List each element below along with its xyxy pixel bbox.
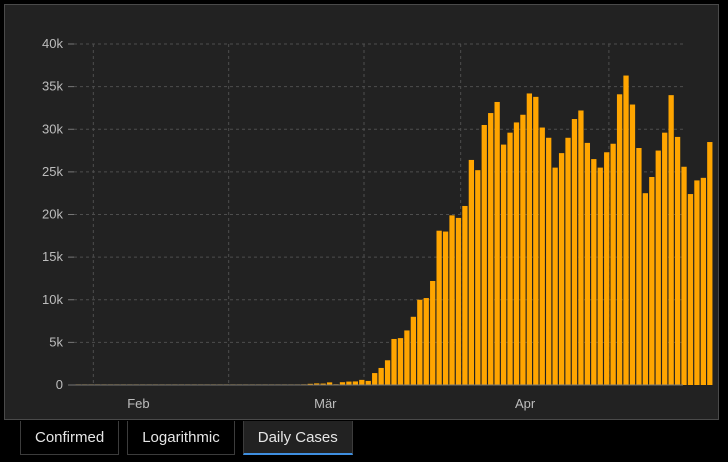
daily-case-bar	[500, 144, 507, 385]
daily-case-bar	[520, 114, 526, 385]
x-tick-label: Apr	[515, 396, 536, 411]
daily-case-bar	[623, 75, 629, 385]
bar-layer	[75, 75, 713, 386]
daily-case-bar	[417, 299, 423, 385]
daily-case-bar	[655, 150, 661, 385]
y-tick-label: 15k	[42, 249, 63, 264]
daily-case-bar	[404, 330, 410, 385]
daily-case-bar	[462, 205, 468, 385]
daily-case-bar	[662, 132, 668, 385]
y-tick-label: 25k	[42, 164, 63, 179]
daily-case-bar	[449, 215, 455, 385]
y-tick-label: 20k	[42, 207, 63, 222]
daily-case-bar	[488, 113, 494, 386]
daily-case-bar	[391, 338, 397, 385]
daily-case-bar	[359, 379, 365, 385]
tab-confirmed[interactable]: Confirmed	[20, 421, 120, 455]
daily-case-bar	[558, 153, 565, 385]
daily-case-bar	[539, 127, 545, 386]
daily-case-bar	[578, 110, 584, 386]
daily-case-bar	[468, 159, 475, 385]
daily-case-bar	[372, 373, 378, 385]
daily-case-bar	[410, 316, 417, 385]
y-tick-label: 10k	[42, 292, 63, 307]
daily-case-bar	[571, 119, 578, 386]
daily-case-bar	[481, 124, 487, 386]
daily-case-bar	[700, 177, 707, 385]
daily-case-bar	[352, 381, 359, 385]
daily-case-bar	[616, 94, 623, 386]
daily-case-bar	[507, 132, 513, 385]
daily-case-bar	[494, 101, 500, 385]
daily-case-bar	[365, 380, 371, 385]
y-tick-label: 35k	[42, 79, 63, 94]
daily-case-bar	[636, 148, 642, 385]
daily-case-bar	[442, 231, 449, 385]
y-tick-label: 30k	[42, 121, 63, 136]
daily-case-bar	[397, 338, 404, 385]
daily-case-bar	[674, 136, 681, 385]
tab-daily-cases[interactable]: Daily Cases	[242, 421, 353, 455]
daily-case-bar	[533, 96, 539, 385]
daily-case-bar	[687, 194, 694, 385]
y-tick-label: 0	[56, 377, 63, 392]
daily-case-bar	[584, 142, 591, 385]
daily-case-bar	[526, 93, 533, 385]
daily-case-bar	[610, 143, 616, 385]
chart-panel: 0 5k 10k 15k 20k 25k 30k 35k 40k Feb Mär Apr	[4, 4, 719, 420]
daily-cases-chart: 0 5k 10k 15k 20k 25k 30k 35k 40k Feb Mär Apr	[42, 36, 713, 411]
daily-case-bar	[649, 176, 655, 385]
daily-case-bar	[597, 167, 603, 385]
y-tick-label: 5k	[49, 334, 63, 349]
x-tick-label: Mär	[314, 396, 337, 411]
daily-case-bar	[694, 180, 700, 385]
daily-case-bar	[629, 104, 636, 385]
daily-case-bar	[681, 166, 687, 385]
daily-case-bar	[668, 95, 674, 386]
daily-case-bar	[604, 152, 610, 385]
daily-case-bar	[591, 159, 597, 385]
tab-logarithmic[interactable]: Logarithmic	[127, 421, 235, 455]
daily-case-bar	[642, 193, 649, 385]
daily-case-bar	[430, 280, 436, 385]
y-tick-label: 40k	[42, 36, 63, 51]
x-tick-label: Feb	[127, 396, 149, 411]
daily-case-bar	[475, 170, 481, 385]
daily-case-bar	[707, 142, 713, 385]
daily-case-bar	[546, 137, 552, 385]
daily-case-bar	[513, 122, 520, 386]
daily-case-bar	[423, 298, 429, 385]
daily-case-bar	[565, 137, 571, 385]
daily-case-bar	[552, 167, 558, 385]
chart-tabs: Confirmed Logarithmic Daily Cases	[20, 421, 353, 455]
daily-case-bar	[378, 367, 384, 385]
daily-case-bar	[384, 360, 391, 385]
daily-case-bar	[436, 230, 442, 385]
daily-case-bar	[455, 217, 462, 385]
daily-case-bar	[346, 381, 352, 385]
